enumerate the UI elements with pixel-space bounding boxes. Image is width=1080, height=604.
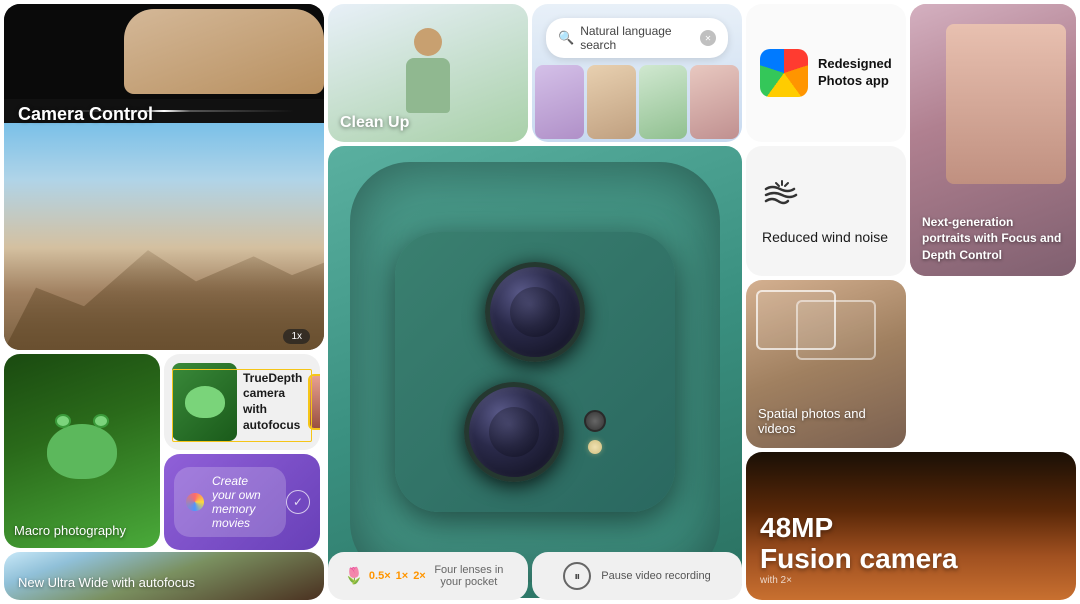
memory-orb-icon: [186, 493, 204, 511]
person-silhouette: [398, 28, 458, 118]
pause-tile: ⏸ Pause video recording: [532, 552, 742, 600]
finger-image: [124, 9, 324, 94]
zoom-05x: 0.5×: [369, 570, 391, 582]
pause-label: Pause video recording: [601, 570, 710, 582]
ultrawide-label: New Ultra Wide with autofocus: [18, 575, 195, 590]
search-photo-1: [535, 65, 584, 139]
photos-title: Redesigned Photos app: [818, 56, 892, 90]
search-photo-4: [690, 65, 739, 139]
spatial-tile: Spatial photos and videos: [746, 280, 906, 448]
person-head: [414, 28, 442, 56]
photos-icon: [760, 49, 808, 97]
photos-tile: Redesigned Photos app: [746, 4, 906, 142]
cleanup-content: Clean Up: [328, 4, 528, 142]
portraits-label: Next-generation portraits with Focus and…: [922, 214, 1064, 264]
flash-light: [588, 440, 602, 454]
pause-icon: ⏸: [574, 569, 580, 584]
wind-label: Reduced wind noise: [762, 229, 890, 245]
macro-image: Macro photography: [4, 354, 160, 548]
truedepth-tile: TrueDepth camera with autofocus: [164, 354, 320, 450]
camera-landscape-photo: 1x: [4, 123, 324, 350]
search-icon: 🔍: [558, 30, 574, 46]
macro-tile: Macro photography: [4, 354, 160, 548]
pause-button[interactable]: ⏸: [563, 562, 591, 590]
frog-body: [47, 424, 117, 479]
camera-control-content: 1x: [4, 4, 324, 350]
wind-tile: Reduced wind noise: [746, 146, 906, 276]
main-lens-row: [485, 262, 585, 362]
mountain-silhouette: [4, 225, 324, 350]
lenses-label: Four lenses in your pocket: [426, 564, 512, 588]
cleanup-tile: Clean Up: [328, 4, 528, 142]
search-text: Natural language search: [580, 24, 694, 52]
lens-zoom-icons: 🌷 0.5× 1× 2×: [344, 566, 426, 586]
memory-check-button[interactable]: ✓: [286, 490, 310, 514]
phone-preview: [308, 374, 320, 430]
search-photo-3: [639, 65, 688, 139]
wind-icon: [762, 177, 890, 221]
camera-control-tile: 1x Camera Control: [4, 4, 324, 350]
memory-tile: Create your own memory movies ✓: [164, 454, 320, 550]
phone-camera-wrap: [350, 162, 720, 582]
48mp-content: 48MPFusion camera with 2×: [746, 452, 1076, 600]
search-photo-2: [587, 65, 636, 139]
search-bar[interactable]: 🔍 Natural language search ✕: [546, 18, 728, 58]
memory-text: Create your own memory movies: [212, 474, 274, 530]
48mp-title: 48MPFusion camera: [760, 513, 1062, 575]
portraits-content: Next-generation portraits with Focus and…: [910, 4, 1076, 276]
spatial-label: Spatial photos and videos: [758, 406, 906, 436]
camera-module: [395, 232, 675, 512]
spatial-frame-right: [796, 300, 876, 360]
zoom-1x: 1×: [396, 570, 409, 582]
portraits-tile: Next-generation portraits with Focus and…: [910, 4, 1076, 276]
detection-box: [308, 374, 312, 430]
camera-control-finger-area: [4, 4, 324, 99]
spatial-content: Spatial photos and videos: [746, 280, 906, 448]
search-background: 🔍 Natural language search ✕: [532, 4, 742, 142]
main-lens-top: [485, 262, 585, 362]
main-phone-tile: [328, 146, 742, 598]
macro-label: Macro photography: [14, 523, 126, 538]
person-body: [406, 58, 450, 113]
frog-wrapper: [47, 424, 117, 479]
search-tile: 🔍 Natural language search ✕: [532, 4, 742, 142]
zoom-label: 1x: [283, 329, 310, 344]
phone-screen: [310, 376, 320, 428]
zoom-2x: 2×: [413, 570, 426, 582]
small-lens: [584, 410, 606, 432]
small-cameras: [584, 410, 606, 454]
frog-eye-left: [55, 414, 71, 428]
slider-track: [34, 110, 294, 112]
ultrawide-content: New Ultra Wide with autofocus: [4, 552, 324, 600]
48mp-subtitle: with 2×: [760, 575, 1062, 586]
pause-content: ⏸ Pause video recording: [532, 552, 742, 600]
search-clear-button[interactable]: ✕: [700, 30, 716, 46]
memory-input-box[interactable]: Create your own memory movies: [174, 467, 286, 537]
lenses-tile: 🌷 0.5× 1× 2× Four lenses in your pocket: [328, 552, 528, 600]
second-lens-row: [464, 382, 606, 482]
main-container: 1x Camera Control Macro photography True…: [0, 0, 1080, 604]
camera-control-slider[interactable]: [4, 99, 324, 123]
lenses-content: 🌷 0.5× 1× 2× Four lenses in your pocket: [328, 552, 528, 600]
flower-icon: 🌷: [344, 566, 364, 586]
main-lens-bottom: [464, 382, 564, 482]
portrait-person: [946, 24, 1066, 184]
frog-eye-right: [93, 414, 109, 428]
ultrawide-tile: New Ultra Wide with autofocus: [4, 552, 324, 600]
48mp-tile: 48MPFusion camera with 2×: [746, 452, 1076, 600]
cleanup-label: Clean Up: [340, 114, 409, 132]
search-photos-row: [532, 62, 742, 142]
